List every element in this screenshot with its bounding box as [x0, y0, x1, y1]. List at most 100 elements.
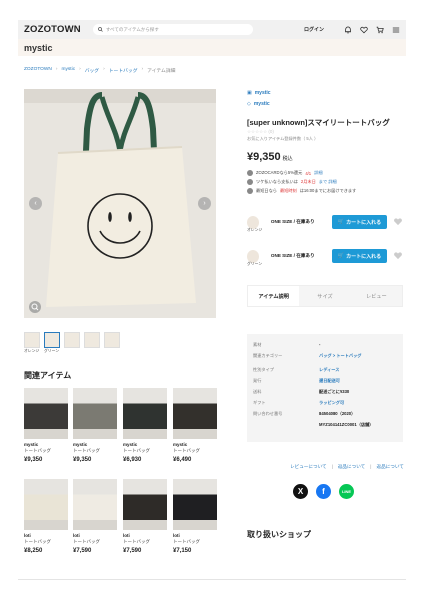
- thumbnail-4[interactable]: [84, 332, 100, 348]
- return-info-link-2[interactable]: 返品について: [376, 464, 403, 470]
- main-product-image[interactable]: ‹ ›: [24, 89, 216, 318]
- wallet-icon: [247, 179, 253, 185]
- thumbnail-5[interactable]: [104, 332, 120, 348]
- spec-shipping-link[interactable]: 遅日配送可: [319, 378, 340, 384]
- heart-icon[interactable]: [359, 25, 368, 34]
- spec-row: 性別タイプ レディース: [253, 367, 397, 373]
- tab-description[interactable]: アイテム説明: [248, 286, 300, 306]
- related-item-price: ¥7,590: [73, 548, 92, 554]
- related-item-image[interactable]: [73, 479, 117, 530]
- spec-key: 性別タイプ: [253, 367, 274, 372]
- related-item-card[interactable]: mystic トートバッグ ¥6,930: [123, 388, 167, 463]
- spec-gender-link[interactable]: レディース: [319, 367, 339, 373]
- breadcrumb-item[interactable]: バッグ: [85, 67, 99, 74]
- related-item-image[interactable]: [173, 479, 217, 530]
- tab-size[interactable]: サイズ: [299, 286, 350, 306]
- favorite-heart-icon[interactable]: [393, 217, 403, 228]
- add-to-cart-button[interactable]: 🛒 カートに入れる: [331, 215, 387, 229]
- menu-icon[interactable]: [391, 25, 400, 34]
- brand-link[interactable]: ▣ mystic: [247, 90, 271, 96]
- spec-row: 問い合わせ番号 84504080（2020）: [253, 411, 397, 417]
- spec-value: 84504080（2020）: [319, 411, 356, 416]
- related-item-card[interactable]: mystic トートバッグ ¥6,490: [173, 388, 217, 463]
- related-item-image[interactable]: [123, 479, 167, 530]
- related-item-card[interactable]: loti トートバッグ ¥7,150: [173, 479, 217, 554]
- related-item-card[interactable]: loti トートバッグ ¥8,250: [24, 479, 68, 554]
- brand-tag-link[interactable]: ◇ mystic: [247, 101, 270, 107]
- related-item-price: ¥6,930: [123, 457, 142, 463]
- info-text: は16:00までにお届けできます: [299, 188, 357, 193]
- spec-row: 素材 -: [253, 342, 397, 348]
- spec-category-link[interactable]: バッグ > トートバッグ: [319, 353, 361, 359]
- related-item-image[interactable]: [123, 388, 167, 439]
- related-item-image[interactable]: [24, 388, 68, 439]
- bell-icon[interactable]: [343, 25, 352, 34]
- sku-swatch[interactable]: [247, 215, 259, 229]
- shop-bar: mystic: [18, 39, 406, 56]
- related-item-card[interactable]: mystic トートバッグ ¥9,350: [24, 388, 68, 463]
- cart-icon[interactable]: [375, 25, 384, 34]
- related-item-category: トートバッグ: [24, 539, 51, 544]
- related-item-card[interactable]: mystic トートバッグ ¥9,350: [73, 388, 117, 463]
- favorite-heart-icon[interactable]: [393, 251, 403, 262]
- star-rating[interactable]: ☆☆☆☆☆ (0): [247, 129, 274, 135]
- related-item-brand: mystic: [73, 442, 88, 447]
- related-item-image[interactable]: [73, 388, 117, 439]
- line-share-icon[interactable]: LINE: [339, 484, 354, 499]
- thumbnail-orange[interactable]: [24, 332, 40, 348]
- spec-row: 発行 遅日配送可: [253, 378, 397, 384]
- breadcrumb-item[interactable]: mystic: [62, 67, 76, 74]
- breadcrumb-item[interactable]: トートバッグ: [109, 67, 138, 74]
- truck-icon: [247, 188, 253, 194]
- spec-gift-link[interactable]: ラッピング可: [319, 400, 344, 406]
- sku-swatch[interactable]: [247, 249, 259, 263]
- next-image-button[interactable]: ›: [198, 197, 211, 210]
- prev-image-button[interactable]: ‹: [29, 197, 42, 210]
- tax-label: 税込: [282, 156, 293, 162]
- info-link[interactable]: まで 詳細: [319, 179, 337, 185]
- thumbnail-3[interactable]: [64, 332, 80, 348]
- login-link[interactable]: ログイン: [304, 26, 324, 33]
- zozotown-logo[interactable]: ZOZOTOWN: [24, 24, 81, 35]
- related-item-card[interactable]: loti トートバッグ ¥7,590: [73, 479, 117, 554]
- add-to-cart-button[interactable]: 🛒 カートに入れる: [331, 249, 387, 263]
- brand-name: mystic: [254, 90, 271, 96]
- spec-key: 問い合わせ番号: [253, 411, 283, 416]
- spec-key: 発行: [253, 378, 262, 383]
- related-item-price: ¥7,590: [123, 548, 142, 554]
- facebook-share-icon[interactable]: f: [316, 484, 331, 499]
- thumbnail-green[interactable]: [44, 332, 60, 348]
- x-share-icon[interactable]: X: [293, 484, 308, 499]
- spec-row: ギフト ラッピング可: [253, 400, 397, 406]
- chevron-right-icon: ›: [79, 67, 81, 72]
- return-info-link[interactable]: 返品について: [338, 464, 365, 470]
- breadcrumb-item[interactable]: ZOZOTOWN: [24, 67, 52, 74]
- spec-row: 送料 配送ごとに¥330: [253, 389, 397, 395]
- price-value: ¥9,350: [247, 151, 281, 163]
- spec-key: ギフト: [253, 400, 266, 405]
- card-icon: [247, 170, 253, 176]
- shop-name[interactable]: mystic: [24, 43, 53, 53]
- product-title: [super unknown]スマイリートートバッグ: [247, 118, 390, 127]
- info-link[interactable]: 詳細: [314, 170, 322, 176]
- divider: [18, 579, 406, 580]
- info-row: ZOZOCARDなら5%還元 4/1 詳細: [247, 170, 323, 176]
- related-item-image[interactable]: [173, 388, 217, 439]
- related-item-brand: mystic: [173, 442, 188, 447]
- zoom-button[interactable]: [29, 301, 41, 313]
- search-input[interactable]: すべてのアイテムから探す: [92, 24, 253, 35]
- spec-key: [253, 422, 319, 428]
- brand-tag: mystic: [253, 101, 270, 107]
- review-info-link[interactable]: レビューについて: [290, 464, 327, 470]
- related-item-image[interactable]: [24, 479, 68, 530]
- related-item-card[interactable]: loti トートバッグ ¥7,590: [123, 479, 167, 554]
- breadcrumb: ZOZOTOWN › mystic › バッグ › トートバッグ › アイテム詳細: [24, 67, 175, 74]
- sku-row: グリーン ONE SIZE / 在庫あり 🛒 カートに入れる: [247, 242, 403, 270]
- tab-review[interactable]: レビュー: [351, 286, 402, 306]
- sku-text: ONE SIZE / 在庫あり: [270, 253, 315, 258]
- zoom-icon: [31, 303, 39, 311]
- spec-table: 素材 - 関連カテゴリー バッグ > トートバッグ 性別タイプ レディース 発行 遅日配…: [247, 334, 403, 442]
- related-item-price: ¥8,250: [24, 548, 43, 554]
- separator: |: [331, 464, 333, 469]
- shop-icon: ▣: [247, 90, 252, 96]
